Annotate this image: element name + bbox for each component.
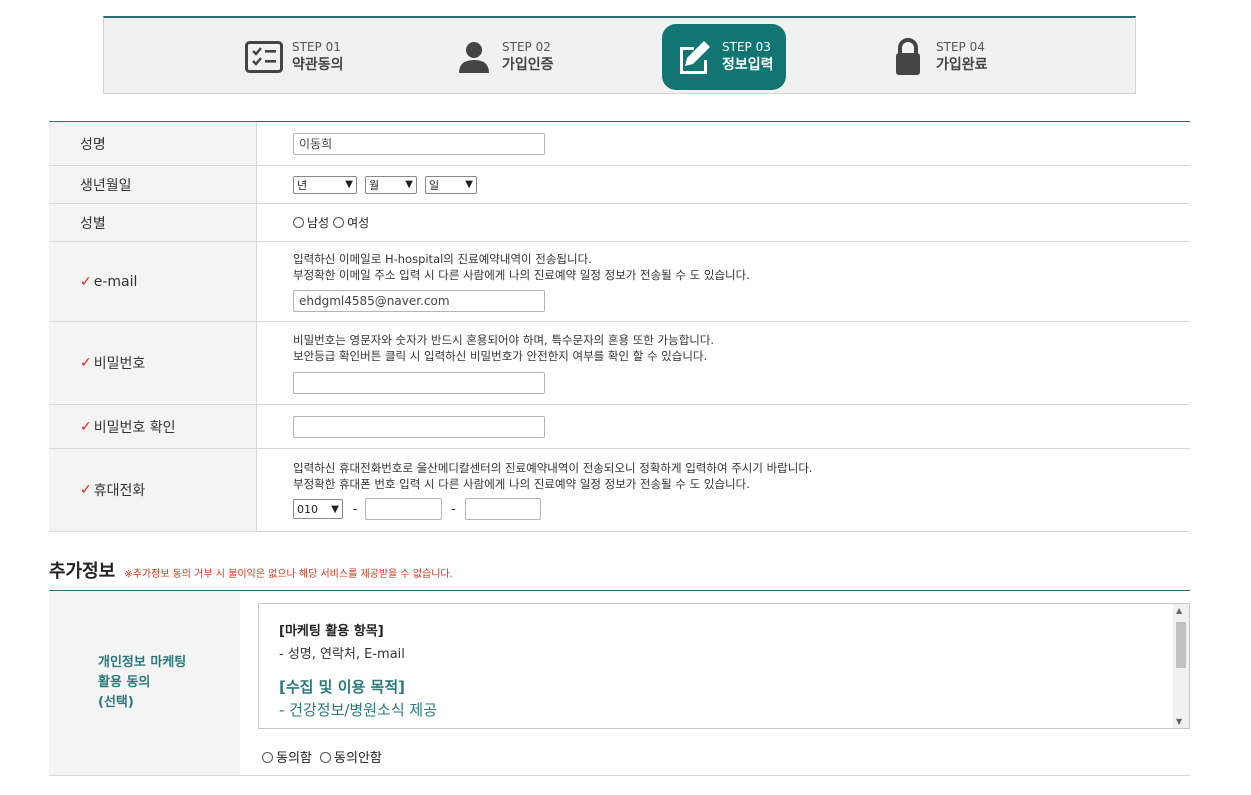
birth-label: 생년월일 (49, 166, 257, 203)
gender-row: 성별 남성 여성 (49, 204, 1190, 242)
password-label: ✓ 비밀번호 (49, 322, 257, 404)
required-check-icon: ✓ (80, 273, 92, 290)
password-confirm-row: ✓ 비밀번호 확인 (49, 405, 1190, 449)
extra-info-warning: ※추가정보 동의 거부 시 불이익은 없으나 해당 서비스를 제공받을 수 없습… (124, 569, 453, 580)
scroll-down-icon[interactable]: ▼ (1176, 717, 1182, 726)
marketing-consent-section: 개인정보 마케팅 활용 동의 (선택) [마케팅 활용 항목] - 성명, 연락… (49, 590, 1190, 776)
chevron-down-icon: ▼ (331, 503, 339, 515)
phone-note-1: 입력하신 휴대전화번호로 울산메디칼센터의 진료예약내역이 전송되오니 정확하게… (293, 461, 813, 475)
extra-info-heading: 추가정보 ※추가정보 동의 거부 시 불이익은 없으나 해당 서비스를 제공받을… (49, 557, 453, 583)
birth-row: 생년월일 년 ▼ 월 ▼ 일 ▼ (49, 166, 1190, 204)
phone-middle-input[interactable] (365, 498, 443, 520)
step-4: STEP 04 가입완료 (888, 24, 988, 90)
phone-label: ✓ 휴대전화 (49, 449, 257, 531)
step-number: STEP 02 (502, 40, 551, 54)
name-label: 성명 (49, 122, 257, 165)
step-3-active: STEP 03 정보입력 (662, 24, 786, 90)
step-number: STEP 04 (936, 40, 985, 54)
password-row: ✓ 비밀번호 비밀번호는 영문자와 숫자가 반드시 혼용되어야 하며, 특수문자의… (49, 322, 1190, 405)
marketing-items-text: - 성명, 연락처, E-mail (279, 647, 405, 662)
birth-year-select[interactable]: 년 ▼ (293, 175, 357, 194)
birth-month-select[interactable]: 월 ▼ (365, 175, 417, 194)
scroll-up-icon[interactable]: ▲ (1176, 606, 1182, 615)
step-number: STEP 01 (292, 40, 341, 54)
name-row: 성명 (49, 122, 1190, 166)
phone-prefix-select[interactable]: 010 ▼ (293, 499, 343, 519)
step-name: 가입인증 (502, 57, 554, 73)
chevron-down-icon: ▼ (465, 179, 473, 190)
email-note-2: 부정확한 이메일 주소 입력 시 다른 사람에게 나의 진료예약 일정 정보가 … (293, 268, 750, 282)
phone-last-input[interactable] (464, 498, 541, 520)
phone-dash: - (451, 502, 456, 516)
marketing-purpose-title: [수집 및 이용 목적] (279, 678, 405, 696)
step-number: STEP 03 (722, 40, 771, 54)
marketing-consent-options: 동의함 동의안함 (262, 747, 382, 766)
birth-day-select[interactable]: 일 ▼ (425, 175, 477, 194)
email-note-1: 입력하신 이메일로 H-hospital의 진료예약내역이 전송됩니다. (293, 252, 592, 266)
phone-note-2: 부정확한 휴대폰 번호 입력 시 다른 사람에게 나의 진료예약 일정 정보가 … (293, 477, 750, 491)
password-input[interactable] (293, 372, 545, 394)
required-check-icon: ✓ (80, 355, 92, 371)
consent-agree-radio[interactable] (262, 752, 273, 763)
step-2: STEP 02 가입인증 (454, 24, 554, 90)
name-input[interactable] (293, 132, 545, 155)
password-note-2: 보안등급 확인버튼 클릭 시 입력하신 비밀번호가 안전한지 여부를 확인 할 … (293, 349, 708, 363)
step-name: 가입완료 (936, 57, 988, 73)
step-1: STEP 01 약관동의 (244, 24, 344, 90)
member-info-form: 성명 생년월일 년▼ 월▼ 일▼ 성별 남성 여성 ✓e-mail 입력하신 이… (49, 121, 1190, 532)
gender-male-label: 남성 (307, 216, 330, 230)
gender-female-radio[interactable] (333, 217, 345, 228)
consent-disagree-radio[interactable] (320, 752, 332, 763)
scrollbar-thumb[interactable] (1176, 622, 1186, 668)
edit-icon (674, 37, 714, 77)
consent-agree-label: 동의함 (276, 751, 312, 766)
email-label: ✓ e-mail (49, 242, 257, 321)
step-name: 약관동의 (292, 57, 344, 73)
required-check-icon: ✓ (80, 482, 92, 498)
marketing-terms-box[interactable]: [마케팅 활용 항목] - 성명, 연락처, E-mail [수집 및 이용 목… (258, 603, 1190, 729)
consent-disagree-label: 동의안함 (334, 751, 382, 766)
chevron-down-icon: ▼ (405, 179, 413, 190)
terms-scrollbar[interactable]: ▲ ▼ (1173, 604, 1189, 728)
phone-row: ✓ 휴대전화 입력하신 휴대전화번호로 울산메디칼센터의 진료예약내역이 전송되오… (49, 449, 1190, 532)
chevron-down-icon: ▼ (345, 179, 353, 190)
password-confirm-input[interactable] (293, 415, 545, 438)
marketing-purpose-text: - 건강정보/병원소식 제공 (279, 701, 438, 719)
step-name: 정보입력 (722, 57, 774, 73)
extra-info-title: 추가정보 (49, 561, 116, 582)
password-note-1: 비밀번호는 영문자와 숫자가 반드시 혼용되어야 하며, 특수문자의 혼용 또한… (293, 333, 715, 347)
gender-male-radio[interactable] (293, 217, 304, 228)
signup-steps: STEP 01 약관동의 STEP 02 가입인증 STEP 03 정보입력 S… (103, 16, 1136, 94)
marketing-consent-label: 개인정보 마케팅 활용 동의 (선택) (49, 591, 240, 775)
checklist-icon (244, 37, 284, 77)
email-row: ✓ e-mail 입력하신 이메일로 H-hospital의 진료예약내역이 전송… (49, 242, 1190, 322)
phone-dash: - (353, 502, 358, 516)
email-input[interactable] (293, 290, 545, 312)
password-confirm-label: ✓ 비밀번호 확인 (49, 405, 257, 448)
user-icon (454, 37, 494, 77)
gender-female-label: 여성 (347, 216, 370, 230)
gender-label: 성별 (49, 204, 257, 241)
lock-icon (888, 37, 928, 77)
required-check-icon: ✓ (80, 418, 92, 435)
marketing-items-title: [마케팅 활용 항목] (279, 624, 384, 639)
